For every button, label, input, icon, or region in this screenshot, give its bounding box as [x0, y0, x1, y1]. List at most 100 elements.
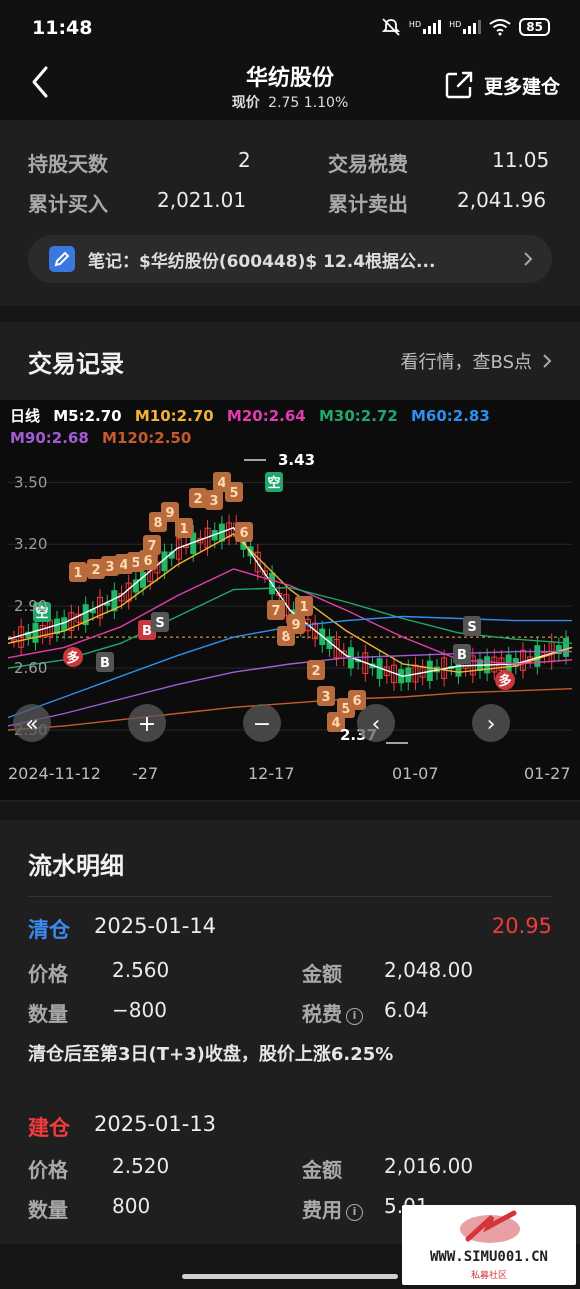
marker-label: S [155, 616, 164, 631]
zoom-start-button[interactable]: « [13, 704, 51, 742]
chart-plot: BBSBS多多空空1 2 3 4 5 678912 34567891234563.432.3… [7, 451, 573, 783]
marker-label: S [467, 620, 476, 635]
x-tick-label: -27 [132, 764, 158, 783]
total-buy: 累计买入 2,021.01 [28, 188, 247, 216]
marker-label: B [457, 648, 467, 663]
marker-label: 多 [66, 650, 79, 666]
x-tick-label: 01-07 [392, 764, 439, 783]
price-value: 2.75 [268, 95, 300, 111]
marker-label: 9 [291, 618, 300, 633]
y-tick-label: 3.20 [14, 535, 47, 553]
trade-records-section: 交易记录 看行情，查BS点 日线 M5:2.70 M10:2.70 M20:2.… [0, 322, 580, 802]
watermark-logo: WWW.SIMU001.CN 私募社区 [402, 1205, 576, 1285]
candle-body [140, 571, 147, 588]
divider [28, 896, 552, 897]
view-market-link[interactable]: 看行情，查BS点 [401, 348, 552, 374]
zoom-out-button[interactable]: − [243, 704, 281, 742]
y-tick-label: 3.50 [14, 473, 47, 491]
x-tick-label: 12-17 [248, 764, 295, 783]
price-change: 1.10% [303, 95, 349, 111]
marker-label: 3 [105, 560, 114, 575]
transaction-detail-section: 流水明细 清仓 2025-01-14 20.95 价格 2.560 金额 2,0… [0, 820, 580, 1244]
info-icon[interactable]: i [346, 1008, 363, 1025]
note-bar[interactable]: 笔记：$华纺股份(600448)$ 12.4根据公... [28, 235, 552, 283]
position-summary: 持股天数 2 交易税费 11.05 累计买入 2,021.01 累计卖出 2,0… [0, 120, 580, 306]
zoom-start-button-glyph: « [25, 712, 38, 737]
marker-label: 6 [352, 694, 361, 709]
detail-title: 流水明细 [28, 852, 124, 880]
marker-label: 5 [229, 486, 238, 501]
note-text: 笔记：$华纺股份(600448)$ 12.4根据公... [88, 251, 436, 272]
pan-right-button[interactable]: › [472, 704, 510, 742]
marker-label: 2 [311, 664, 320, 679]
marker-label: 1 [73, 566, 82, 581]
gesture-bar[interactable] [182, 1274, 398, 1279]
marker-label: 7 [271, 604, 280, 619]
candle-body [534, 645, 541, 667]
status-time: 11:48 [32, 17, 93, 39]
marker-label: B [142, 624, 152, 639]
candle-body [54, 618, 61, 635]
pan-right-button-glyph: › [487, 712, 496, 737]
pan-left-button[interactable]: ‹ [357, 704, 395, 742]
hold-days: 持股天数 2 [28, 148, 251, 176]
marker-label: 1 [299, 600, 308, 615]
marker-label: 3 [209, 494, 218, 509]
battery-icon: 85 [519, 18, 550, 36]
entry-date: 2025-01-13 [94, 1112, 217, 1136]
wifi-icon [489, 19, 511, 36]
marker-label: 2 [193, 492, 202, 507]
view-market-label: 看行情，查BS点 [400, 352, 532, 373]
high-label: 3.43 [278, 451, 315, 469]
marker-label: 3 [321, 690, 330, 705]
share-out-icon [445, 71, 473, 99]
entry-type: 清仓 [28, 918, 70, 942]
trade-records-title: 交易记录 [28, 350, 124, 378]
entry-date: 2025-01-14 [94, 914, 217, 938]
marker-label: 2 [91, 563, 100, 578]
nav-bar: 华纺股份 现价 2.75 1.10% 更多建仓 [0, 56, 580, 120]
zoom-out-button-glyph: − [253, 712, 271, 737]
trade-tax: 交易税费 11.05 [328, 148, 550, 176]
add-position-label: 更多建仓 [483, 75, 560, 98]
candle-body [563, 638, 569, 657]
watermark-emblem-icon [460, 1210, 520, 1243]
watermark-text: WWW.SIMU001.CN [429, 1249, 548, 1265]
add-position-button[interactable]: 更多建仓 [444, 70, 560, 100]
y-tick-label: 2.90 [14, 597, 47, 615]
entry-type: 建仓 [28, 1116, 70, 1140]
signal-1-icon: HD [409, 20, 442, 34]
pan-left-button-glyph: ‹ [372, 712, 381, 737]
marker-label: 7 [147, 539, 156, 554]
marker-label: 6 [143, 554, 152, 569]
entry-row-price: 价格 2.520 金额 2,016.00 [28, 1154, 474, 1182]
info-icon[interactable]: i [346, 1204, 363, 1221]
chevron-right-icon [524, 252, 533, 266]
mute-icon [381, 18, 401, 36]
entry-row-qty: 数量 −800 税费 i 6.04 [28, 998, 429, 1026]
candle-body [32, 622, 39, 643]
candle-body [61, 617, 68, 632]
status-bar: 11:48 HD HD 85 [0, 0, 580, 56]
x-tick-label: 2024-11-12 [8, 764, 101, 783]
marker-label: 6 [239, 526, 248, 541]
zoom-in-button-glyph: + [138, 712, 156, 737]
marker-label: 9 [165, 506, 174, 521]
marker-label: B [100, 656, 110, 671]
marker-label: 空 [267, 475, 280, 491]
watermark-subtext: 私募社区 [470, 1271, 507, 1281]
x-tick-label: 01-27 [524, 764, 571, 783]
entry-pnl: 20.95 [491, 914, 552, 938]
total-sell: 累计卖出 2,041.96 [328, 188, 547, 216]
entry-row-price: 价格 2.560 金额 2,048.00 [28, 958, 474, 986]
marker-label: 1 [179, 522, 188, 537]
marker-label: 多 [498, 673, 511, 689]
status-icons: HD HD 85 [381, 17, 550, 37]
kline-chart[interactable]: 日线 M5:2.70 M10:2.70 M20:2.64 M30:2.72 M6… [0, 400, 580, 800]
edit-note-icon [49, 246, 75, 272]
signal-2-icon: HD [449, 20, 482, 34]
price-label: 现价 [231, 95, 260, 111]
zoom-in-button[interactable]: + [128, 704, 166, 742]
y-tick-label: 2.60 [14, 659, 47, 677]
entry-remark: 清仓后至第3日(T+3)收盘，股价上涨6.25% [28, 1044, 394, 1065]
